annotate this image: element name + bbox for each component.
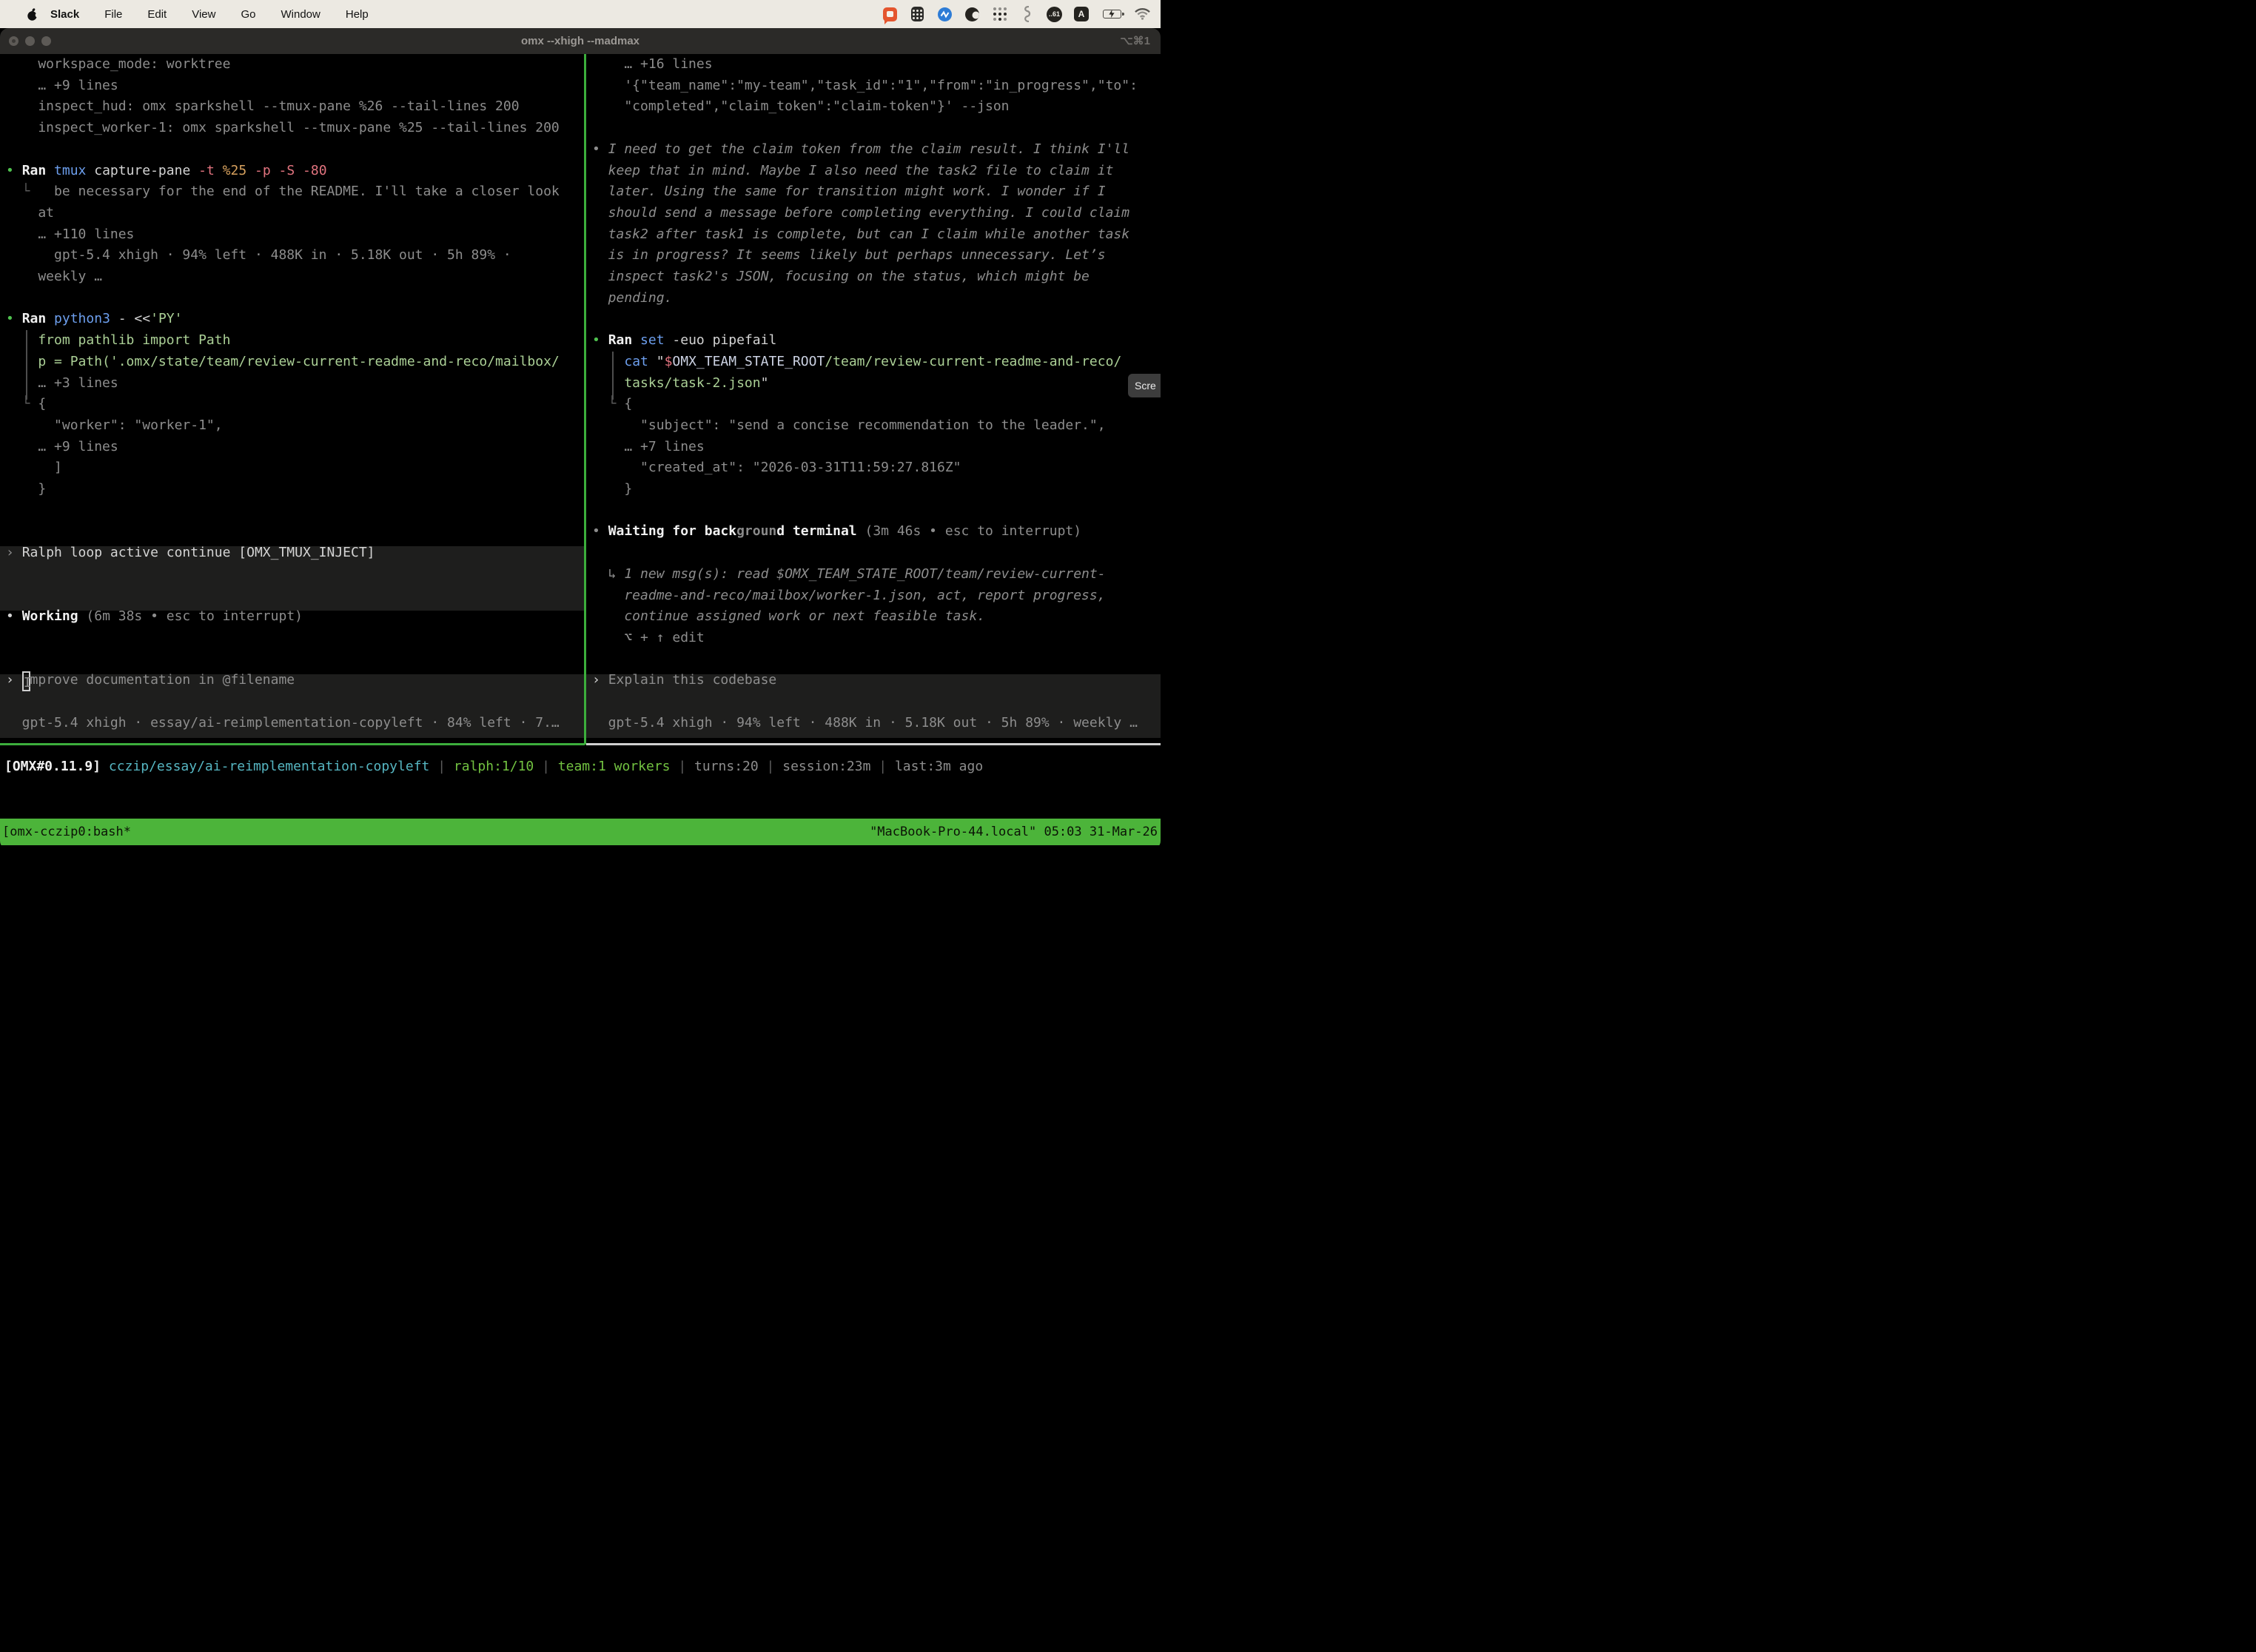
input-source-icon[interactable]: A [1074,7,1089,21]
battery-icon[interactable] [1101,7,1123,22]
terminal-line: weekly … [6,266,102,288]
terminal-line: • Ran tmux capture-pane -t %25 -p -S -80 [6,161,327,182]
badge-61-icon[interactable]: ..61 [1047,7,1062,22]
terminal-line: workspace_mode: worktree [6,54,230,75]
squiggle-icon[interactable] [1019,7,1035,22]
terminal-line: pending. [592,288,672,309]
tmux-host-clock: "MacBook-Pro-44.local" 05:03 31-Mar-26 [870,819,1158,845]
menu-items: SlackFileEditViewGoWindowHelp [50,8,381,21]
menu-item-file[interactable]: File [92,8,135,21]
terminal-line: "subject": "send a concise recommendatio… [592,415,1106,437]
terminal-line: "worker": "worker-1", [6,415,223,437]
terminal-line: should send a message before completing … [592,203,1129,224]
terminal-line: └ { [6,394,46,415]
terminal-line: "created_at": "2026-03-31T11:59:27.816Z" [592,457,961,479]
terminal-line: › Ralph loop active continue [OMX_TMUX_I… [6,543,375,564]
window-titlebar: omx --xhigh --madmax ⌥⌘1 [0,28,1161,54]
terminal-line: … +9 lines [6,75,118,97]
macos-menu-bar: SlackFileEditViewGoWindowHelp [0,0,1161,28]
terminal-line: ⌥ + ↑ edit [592,628,705,649]
terminal-line: readme-and-reco/mailbox/worker-1.json, a… [592,585,1106,607]
terminal-line: › Explain this codebase [592,670,776,691]
terminal-line: … +7 lines [592,437,705,458]
terminal-line: ] [6,457,62,479]
keypad-shield-icon[interactable] [910,7,925,22]
terminal-line: • Working (6m 38s • esc to interrupt) [6,606,303,628]
tmux-session-label: [omx-cczip0:bash* [2,819,131,845]
menu-item-window[interactable]: Window [269,8,333,21]
window-shortcut: ⌥⌘1 [1120,28,1150,54]
right-pane-bottom-border [586,743,1161,745]
window-title: omx --xhigh --madmax [0,28,1161,54]
terminal-line: inspect task2's JSON, focusing on the st… [592,266,1090,288]
terminal-line: inspect_hud: omx sparkshell --tmux-pane … [6,96,520,118]
terminal-line: later. Using the same for transition mig… [592,181,1106,203]
text-cursor: I [22,671,30,691]
left-pane-bottom-border [0,743,585,745]
blue-badge-icon[interactable] [937,7,953,22]
terminal-line: … +9 lines [6,437,118,458]
terminal-line: from pathlib import Path [6,330,230,352]
screenshot-overlay-button[interactable]: Scre [1128,374,1161,397]
menu-item-go[interactable]: Go [228,8,268,21]
terminal-line: ↳ 1 new msg(s): read $OMX_TEAM_STATE_ROO… [592,564,1106,585]
terminal-line: keep that in mind. Maybe I also need the… [592,161,1113,182]
terminal-line: └ be necessary for the end of the README… [6,181,560,203]
menu-item-view[interactable]: View [179,8,228,21]
tmux-status-bar: [omx-cczip0:bash* "MacBook-Pro-44.local"… [0,819,1161,845]
menu-status-icons: ..61 A [882,0,1150,28]
terminal-line: "completed","claim_token":"claim-token"}… [592,96,1010,118]
terminal-line: gpt-5.4 xhigh · 94% left · 488K in · 5.1… [592,713,1138,734]
terminal-line: is in progress? It seems likely but perh… [592,245,1106,266]
terminal-line: … +16 lines [592,54,713,75]
terminal-line: '{"team_name":"my-team","task_id":"1","f… [592,75,1138,97]
terminal-line: at [6,203,54,224]
menu-item-help[interactable]: Help [333,8,381,21]
wifi-icon[interactable] [1135,7,1150,22]
terminal-line: gpt-5.4 xhigh · essay/ai-reimplementatio… [6,713,560,734]
terminal-line: … +110 lines [6,224,134,246]
terminal-line: … +3 lines [6,373,118,394]
terminal-line: p = Path('.omx/state/team/review-current… [6,352,560,373]
terminal-line: › Improve documentation in @filename [6,670,295,691]
terminal-line: task2 after task1 is complete, but can I… [592,224,1129,246]
pane-divider[interactable] [584,54,586,745]
screen: { "menu_bar": { "items": ["Slack", "File… [0,0,1161,850]
terminal-line: gpt-5.4 xhigh · 94% left · 488K in · 5.1… [6,245,511,266]
chat-app-icon[interactable] [882,7,898,22]
terminal-line: • I need to get the claim token from the… [592,139,1129,161]
terminal-line: cat "$OMX_TEAM_STATE_ROOT/team/review-cu… [592,352,1121,373]
terminal-line: } [592,479,632,500]
menu-item-edit[interactable]: Edit [135,8,179,21]
omx-status-line: [OMX#0.11.9] cczip/essay/ai-reimplementa… [4,756,983,778]
pie-chart-icon[interactable] [964,7,980,22]
terminal-line: • Ran set -euo pipefail [592,330,776,352]
apple-menu-icon[interactable] [27,8,38,21]
dots-grid-icon[interactable] [992,7,1007,22]
menu-item-slack[interactable]: Slack [50,8,92,21]
terminal-window: omx --xhigh --madmax ⌥⌘1 workspace_mode:… [0,28,1161,850]
terminal-line: tasks/task-2.json" [592,373,768,394]
terminal-line: } [6,479,46,500]
terminal-line: └ { [592,394,632,415]
terminal-line: • Ran python3 - <<'PY' [6,309,182,330]
terminal-line: inspect_worker-1: omx sparkshell --tmux-… [6,118,560,139]
terminal-line: continue assigned work or next feasible … [592,606,985,628]
right-terminal-pane: … +16 lines '{"team_name":"my-team","tas… [586,54,1161,745]
terminal-line: • Waiting for background terminal (3m 46… [592,521,1081,543]
left-terminal-pane: workspace_mode: worktree … +9 lines insp… [0,54,585,745]
